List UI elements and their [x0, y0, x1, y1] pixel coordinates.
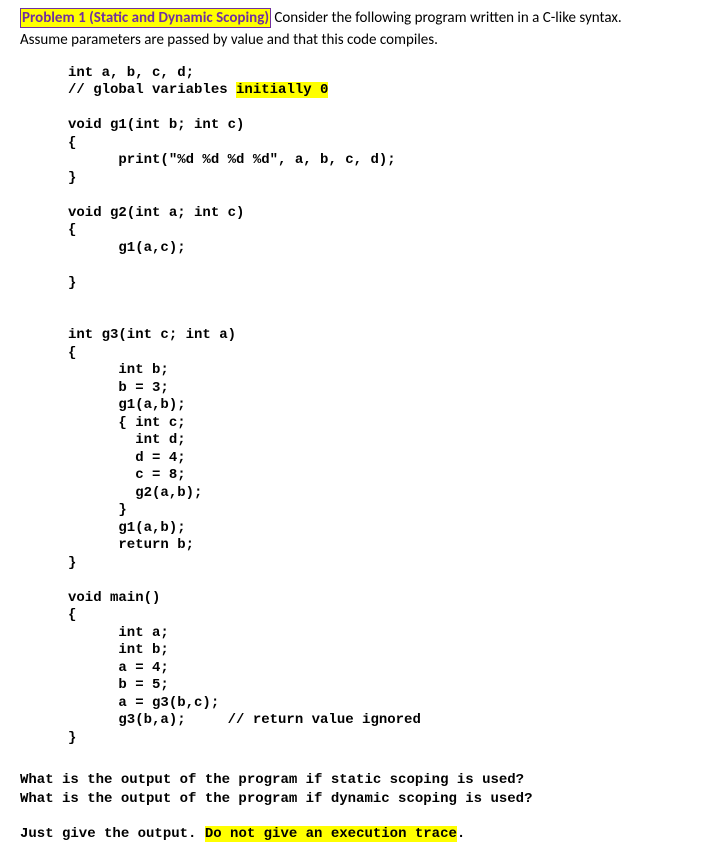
code-line: int d;: [68, 432, 186, 448]
code-line: }: [68, 502, 127, 518]
question-dynamic: What is the output of the program if dyn…: [20, 790, 687, 809]
code-line: }: [68, 170, 76, 186]
code-line: }: [68, 555, 76, 571]
code-line: g1(a,c);: [68, 240, 186, 256]
instruction-prefix: Just give the output.: [20, 826, 205, 842]
instruction-suffix: .: [457, 826, 465, 842]
code-line: {: [68, 345, 76, 361]
code-line: c = 8;: [68, 467, 186, 483]
code-line: // global variables: [68, 82, 236, 98]
code-line: g1(a,b);: [68, 520, 186, 536]
code-line: b = 5;: [68, 677, 169, 693]
code-line: }: [68, 730, 76, 746]
code-line: {: [68, 135, 76, 151]
code-line: { int c;: [68, 415, 186, 431]
code-line: int g3(int c; int a): [68, 327, 236, 343]
problem-header: Problem 1 (Static and Dynamic Scoping) C…: [20, 8, 687, 28]
code-line: {: [68, 607, 76, 623]
code-line: int b;: [68, 362, 169, 378]
problem-title: Problem 1 (Static and Dynamic Scoping): [20, 8, 271, 28]
code-highlight: initially 0: [236, 82, 328, 98]
intro-text-1: Consider the following program written i…: [271, 9, 622, 27]
code-line: int a, b, c, d;: [68, 65, 194, 81]
code-line: g2(a,b);: [68, 485, 202, 501]
code-line: b = 3;: [68, 380, 169, 396]
instruction-highlight: Do not give an execution trace: [205, 826, 457, 842]
code-line: void main(): [68, 590, 160, 606]
code-line: }: [68, 275, 76, 291]
code-line: a = g3(b,c);: [68, 695, 219, 711]
code-line: g1(a,b);: [68, 397, 186, 413]
code-line: g3(b,a); // return value ignored: [68, 712, 421, 728]
code-line: return b;: [68, 537, 194, 553]
questions-block: What is the output of the program if sta…: [20, 771, 687, 809]
code-line: int b;: [68, 642, 169, 658]
code-line: d = 4;: [68, 450, 186, 466]
instruction-line: Just give the output. Do not give an exe…: [20, 825, 687, 844]
code-block: int a, b, c, d; // global variables init…: [68, 65, 687, 748]
code-line: void g2(int a; int c): [68, 205, 244, 221]
code-line: void g1(int b; int c): [68, 117, 244, 133]
intro-text-2: Assume parameters are passed by value an…: [20, 30, 687, 50]
code-line: int a;: [68, 625, 169, 641]
code-line: a = 4;: [68, 660, 169, 676]
code-line: print("%d %d %d %d", a, b, c, d);: [68, 152, 396, 168]
code-line: {: [68, 222, 76, 238]
question-static: What is the output of the program if sta…: [20, 771, 687, 790]
